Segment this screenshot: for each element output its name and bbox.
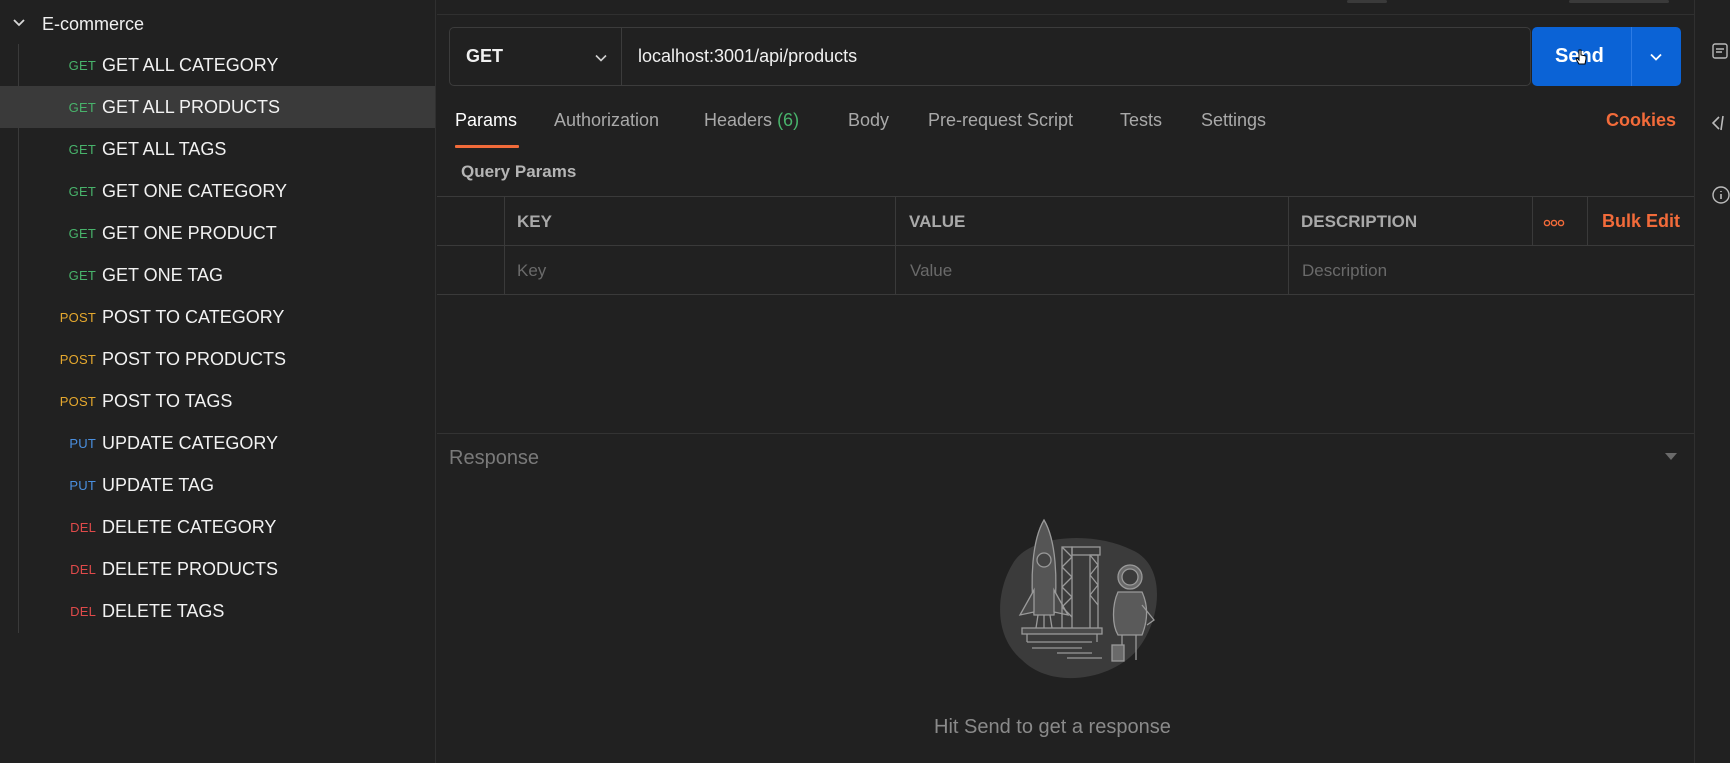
request-label: UPDATE CATEGORY [102,433,279,453]
response-hint: Hit Send to get a response [934,716,1171,738]
column-divider [504,197,505,295]
method-badge: PUT [69,436,96,451]
send-options-dropdown[interactable] [1632,27,1681,86]
sidebar-request-item[interactable]: POST POST TO CATEGORY [0,296,435,338]
right-rail [1694,0,1730,763]
url-input[interactable]: localhost:3001/api/products [622,28,1530,85]
method-badge: DEL [70,562,96,577]
top-tab-fragment [1347,0,1387,3]
url-bar: GET localhost:3001/api/products [449,27,1531,86]
query-params-table: KEY VALUE DESCRIPTION Bulk Edit Key Valu… [437,196,1694,296]
bulk-edit-button[interactable]: Bulk Edit [1602,211,1680,232]
request-tabs: Params Authorization Headers (6) Body Pr… [437,110,1694,150]
sidebar-request-item[interactable]: PUT UPDATE TAG [0,464,435,506]
request-label: POST TO CATEGORY [102,307,285,327]
sidebar-request-item[interactable]: GET GET ALL CATEGORY [0,44,435,86]
response-divider[interactable] [437,433,1694,434]
tab-headers-label: Headers [704,110,773,130]
caret-down-icon[interactable] [1664,452,1678,462]
sidebar-request-item[interactable]: GET GET ONE PRODUCT [0,212,435,254]
request-label: DELETE PRODUCTS [102,559,279,579]
sidebar-request-item[interactable]: DEL DELETE PRODUCTS [0,548,435,590]
request-label: GET ALL CATEGORY [102,55,279,75]
tab-headers[interactable]: Headers (6) [704,110,799,131]
tab-tests[interactable]: Tests [1120,110,1162,131]
sidebar-request-item[interactable]: DEL DELETE CATEGORY [0,506,435,548]
method-badge: DEL [70,520,96,535]
request-label: POST TO PRODUCTS [102,349,287,369]
sidebar: E-commerce GET GET ALL CATEGORY GET GET ALL… [0,0,436,763]
sidebar-request-item[interactable]: GET GET ONE TAG [0,254,435,296]
chevron-down-icon [595,54,607,62]
tab-prerequest-script[interactable]: Pre-request Script [928,110,1073,131]
chevron-down-icon[interactable] [11,15,27,31]
method-badge: GET [68,268,96,283]
method-value: GET [466,46,504,66]
tab-settings[interactable]: Settings [1201,110,1266,131]
table-row: Key Value Description [437,246,1694,295]
request-label: GET ALL PRODUCTS [102,97,281,117]
column-description: DESCRIPTION [1301,212,1418,231]
sidebar-request-item[interactable]: PUT UPDATE CATEGORY [0,422,435,464]
request-label: DELETE TAGS [102,601,225,621]
request-label: GET ONE PRODUCT [102,223,277,243]
tab-params[interactable]: Params [455,110,517,131]
column-value: VALUE [909,212,966,231]
top-divider [437,14,1694,15]
method-badge: POST [59,352,96,367]
method-badge: GET [68,58,96,73]
method-badge: GET [68,100,96,115]
request-label: GET ONE TAG [102,265,224,285]
sidebar-request-item[interactable]: GET GET ONE CATEGORY [0,170,435,212]
cookies-link[interactable]: Cookies [1606,110,1676,131]
collection-header[interactable]: E-commerce [0,2,436,44]
query-params-title: Query Params [461,162,577,181]
pointer-cursor-icon [1575,49,1587,65]
documentation-icon[interactable] [1711,42,1730,62]
active-tab-indicator [455,145,519,148]
method-badge: GET [68,226,96,241]
method-select[interactable]: GET [450,28,622,85]
send-button[interactable]: Send [1532,27,1632,86]
column-divider [1288,197,1289,295]
sidebar-request-item[interactable]: GET GET ALL TAGS [0,128,435,170]
key-input[interactable]: Key [517,261,546,281]
tab-body[interactable]: Body [848,110,889,131]
response-label: Response [449,447,540,469]
rocket-astronaut-illustration [1000,518,1157,679]
sidebar-request-item[interactable]: POST POST TO PRODUCTS [0,338,435,380]
description-input[interactable]: Description [1302,261,1387,281]
method-badge: POST [59,310,96,325]
column-divider [1587,197,1588,246]
method-badge: POST [59,394,96,409]
url-value: localhost:3001/api/products [638,46,858,66]
request-label: UPDATE TAG [102,475,215,495]
top-tab-fragment [1569,0,1669,3]
method-badge: DEL [70,604,96,619]
info-icon[interactable] [1711,185,1730,205]
sidebar-request-item[interactable]: DEL DELETE TAGS [0,590,435,632]
value-input[interactable]: Value [910,261,952,281]
sidebar-request-item[interactable]: POST POST TO TAGS [0,380,435,422]
collection-name: E-commerce [42,14,145,34]
tab-authorization[interactable]: Authorization [554,110,659,131]
chevron-down-icon [1650,53,1662,61]
request-label: POST TO TAGS [102,391,233,411]
method-badge: GET [68,184,96,199]
method-badge: GET [68,142,96,157]
method-badge: PUT [69,478,96,493]
more-horizontal-icon[interactable] [1543,219,1565,227]
sidebar-request-item[interactable]: GET GET ALL PRODUCTS [0,86,435,128]
column-divider [895,197,896,295]
request-label: GET ALL TAGS [102,139,227,159]
code-icon[interactable] [1711,113,1730,133]
column-divider [1532,197,1533,246]
column-key: KEY [517,212,552,231]
request-label: GET ONE CATEGORY [102,181,288,201]
request-label: DELETE CATEGORY [102,517,277,537]
table-header-row: KEY VALUE DESCRIPTION Bulk Edit [437,197,1694,246]
main-panel: GET localhost:3001/api/products Send Par… [437,0,1694,763]
headers-count: (6) [777,110,800,130]
send-button-group: Send [1532,27,1681,86]
